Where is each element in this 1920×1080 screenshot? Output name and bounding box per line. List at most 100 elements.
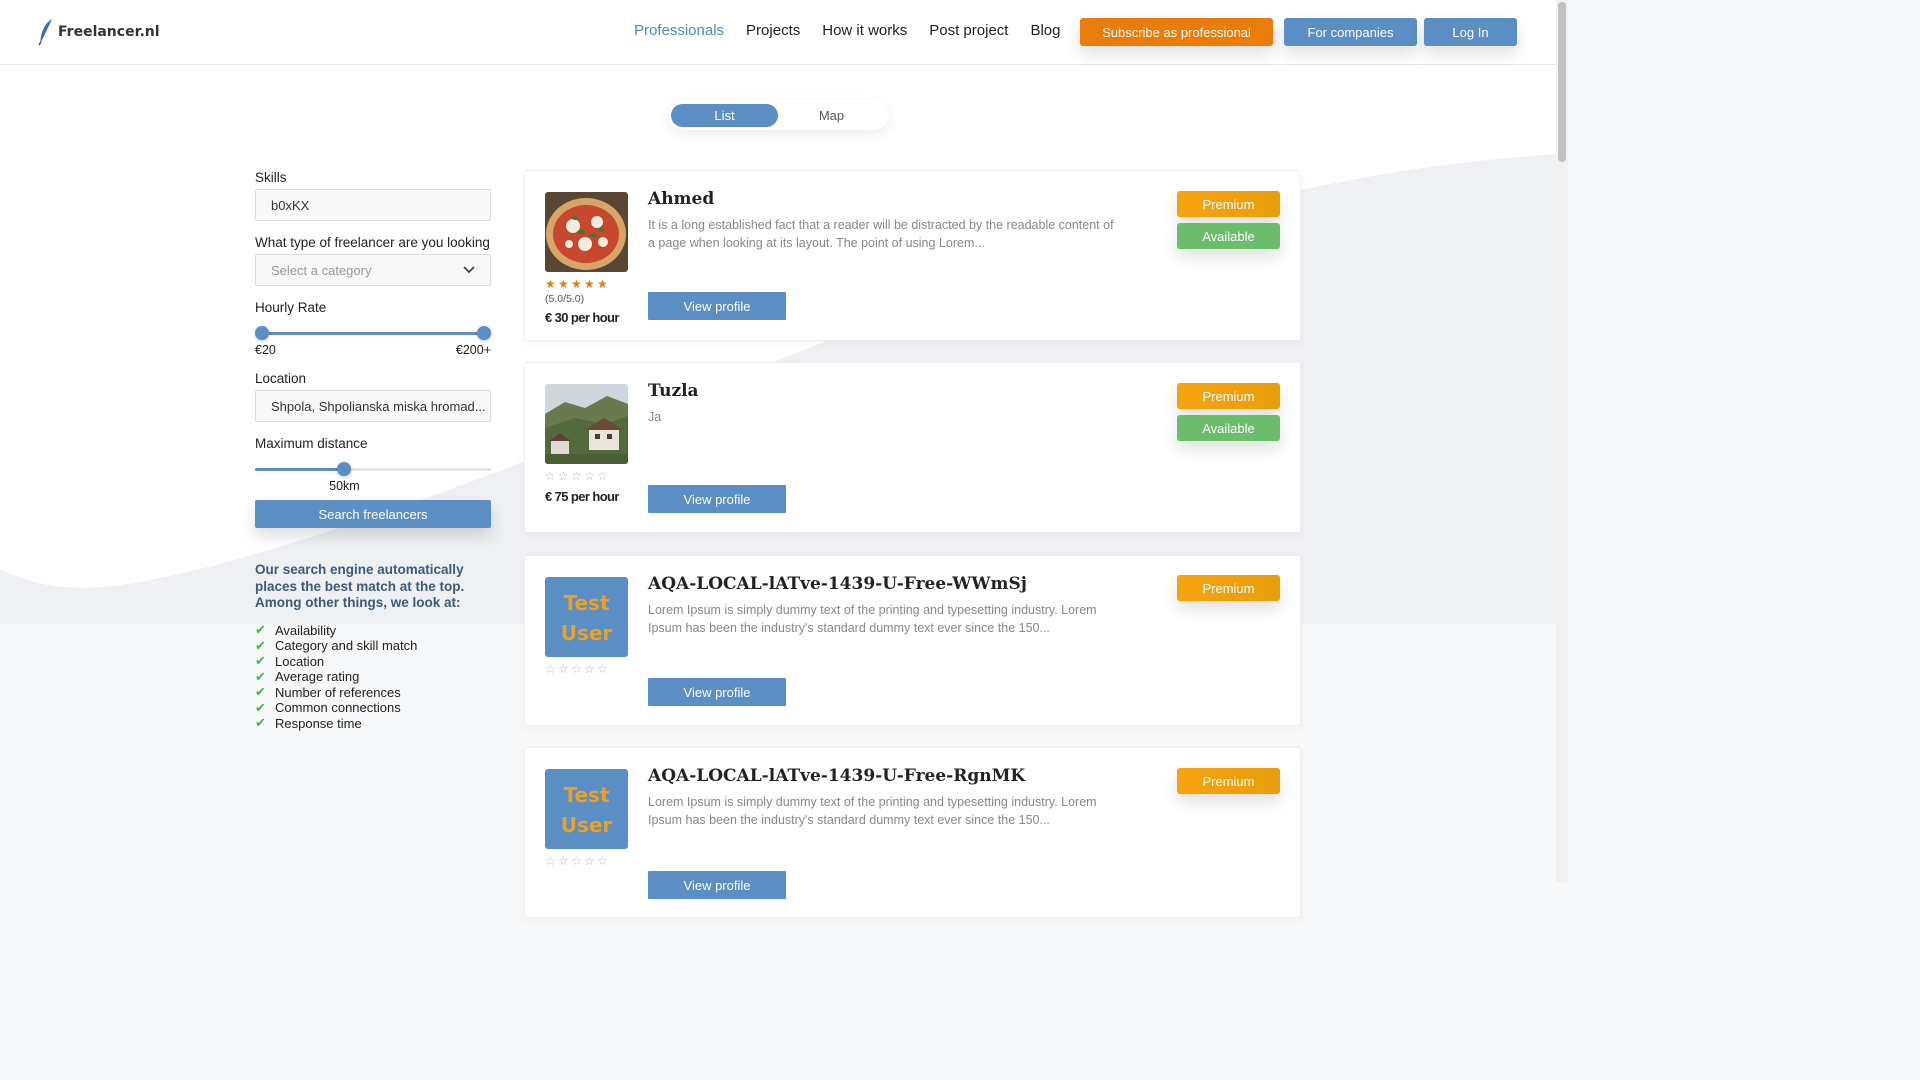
- rating-stars: ☆ ☆ ☆ ☆ ☆: [545, 662, 610, 676]
- category-select[interactable]: Select a category: [255, 254, 491, 286]
- freelancer-name[interactable]: AQA-LOCAL-lATve-1439-U-Free-RgnMK: [648, 766, 1025, 786]
- star-icon: ☆: [545, 662, 556, 676]
- freelancer-description: Lorem Ipsum is simply dummy text of the …: [648, 603, 1097, 635]
- location-label: Location: [255, 371, 307, 386]
- for-companies-button[interactable]: For companies: [1284, 18, 1417, 46]
- placeholder-line: Test: [563, 591, 610, 615]
- list-item: ✔ Availability: [255, 622, 491, 639]
- star-icon: ☆: [571, 854, 582, 868]
- login-button[interactable]: Log In: [1424, 18, 1517, 46]
- freelancer-card[interactable]: ☆ ☆ ☆ ☆ ☆ € 75 per hour Tuzla Ja View profil…: [524, 362, 1301, 533]
- hourly-rate-slider[interactable]: [255, 325, 491, 343]
- feather-logo-icon: [38, 19, 52, 46]
- profile-photo-placeholder[interactable]: Test User: [545, 577, 628, 657]
- subscribe-button[interactable]: Subscribe as professional: [1080, 18, 1273, 46]
- list-view-tab[interactable]: List: [671, 104, 778, 127]
- placeholder-line: Test: [563, 783, 610, 807]
- skills-label: Skills: [255, 170, 287, 185]
- star-icon: ☆: [558, 662, 569, 676]
- distance-handle[interactable]: [337, 462, 352, 476]
- rate-fill: [262, 332, 484, 335]
- list-item: ✔ Location: [255, 653, 491, 670]
- star-icon: ★: [571, 277, 582, 291]
- star-icon: ☆: [597, 662, 608, 676]
- logo-text: Freelancer.nl: [58, 24, 160, 40]
- rate-min-value: €20: [255, 343, 276, 357]
- freelancer-card[interactable]: Test User ☆ ☆ ☆ ☆ ☆ AQA-LOCAL-lATve-1439-U-F…: [524, 747, 1301, 918]
- star-icon: ★: [558, 277, 569, 291]
- freelancer-name[interactable]: Tuzla: [648, 381, 699, 401]
- category-placeholder: Select a category: [271, 262, 372, 278]
- star-icon: ★: [584, 277, 595, 291]
- site-logo[interactable]: Freelancer.nl: [38, 18, 160, 46]
- star-icon: ☆: [571, 662, 582, 676]
- criteria-text: Availability: [275, 622, 337, 638]
- list-item: ✔ Response time: [255, 715, 491, 732]
- distance-value: 50km: [329, 479, 360, 493]
- landscape-photo-icon: [545, 384, 628, 464]
- star-icon: ☆: [584, 854, 595, 868]
- view-toggle: List Map: [669, 100, 889, 130]
- criteria-text: Location: [275, 653, 325, 669]
- view-profile-button[interactable]: View profile: [648, 485, 786, 513]
- profile-photo-pizza[interactable]: [545, 192, 628, 272]
- criteria-text: Number of references: [275, 684, 401, 700]
- freelancer-name[interactable]: Ahmed: [648, 189, 714, 209]
- star-icon: ☆: [597, 854, 608, 868]
- distance-slider[interactable]: [255, 461, 491, 479]
- premium-badge: Premium: [1177, 191, 1280, 217]
- nav-projects[interactable]: Projects: [746, 22, 800, 39]
- criteria-text: Average rating: [275, 669, 360, 685]
- location-input[interactable]: Shpola, Shpolianska miska hromad...: [255, 390, 491, 422]
- filter-sidebar: Skills b0xKX What type of freelancer are…: [255, 170, 491, 731]
- nav-blog[interactable]: Blog: [1030, 22, 1060, 39]
- pizza-photo-icon: [545, 192, 628, 272]
- nav-professionals[interactable]: Professionals: [634, 22, 724, 39]
- rate-min-handle[interactable]: [255, 326, 269, 340]
- criteria-text: Category and skill match: [275, 638, 418, 654]
- rating-stars: ★ ★ ★ ★ ★: [545, 277, 610, 291]
- view-profile-button[interactable]: View profile: [648, 871, 786, 899]
- premium-badge: Premium: [1177, 575, 1280, 601]
- rate-max-handle[interactable]: [477, 326, 491, 340]
- placeholder-line: User: [560, 621, 613, 645]
- rate-values: €20 €200+: [255, 343, 491, 357]
- list-item: ✔ Common connections: [255, 700, 491, 716]
- premium-badge: Premium: [1177, 383, 1280, 409]
- star-icon: ☆: [597, 469, 608, 483]
- rating-stars: ☆ ☆ ☆ ☆ ☆: [545, 854, 610, 868]
- hourly-rate: € 30 per hour: [545, 310, 619, 325]
- criteria-list: ✔ Availability ✔ Category and skill match …: [255, 622, 491, 732]
- search-freelancers-button[interactable]: Search freelancers: [255, 500, 491, 528]
- nav-how-it-works[interactable]: How it works: [822, 22, 907, 39]
- freelancer-name[interactable]: AQA-LOCAL-lATve-1439-U-Free-WWmSj: [648, 574, 1027, 594]
- page-scrollbar[interactable]: [1556, 0, 1568, 882]
- rate-max-value: €200+: [455, 343, 491, 357]
- freelancer-card[interactable]: Test User ☆ ☆ ☆ ☆ ☆ AQA-LOCAL-lATve-1439-U-F…: [524, 555, 1301, 726]
- test-user-placeholder: Test User: [545, 769, 628, 849]
- profile-photo-landscape[interactable]: [545, 384, 628, 464]
- criteria-text: Common connections: [275, 700, 401, 716]
- nav-post-project[interactable]: Post project: [929, 22, 1008, 39]
- freelancer-card[interactable]: ★ ★ ★ ★ ★ (5.0/5.0) € 30 per hour Ahmed It i…: [524, 170, 1301, 341]
- star-icon: ☆: [584, 469, 595, 483]
- premium-badge: Premium: [1177, 768, 1280, 794]
- star-icon: ☆: [545, 469, 556, 483]
- distance-fill: [255, 468, 345, 471]
- view-profile-button[interactable]: View profile: [648, 678, 786, 706]
- skills-input[interactable]: b0xKX: [255, 189, 491, 221]
- star-icon: ☆: [558, 469, 569, 483]
- distance-label: Maximum distance: [255, 436, 368, 451]
- profile-photo-placeholder[interactable]: Test User: [545, 769, 628, 849]
- hourly-rate-label: Hourly Rate: [255, 300, 327, 315]
- scrollbar-thumb[interactable]: [1558, 2, 1566, 162]
- view-profile-button[interactable]: View profile: [648, 292, 786, 320]
- map-view-tab[interactable]: Map: [778, 104, 885, 127]
- check-icon: ✔: [255, 622, 266, 638]
- star-icon: ☆: [584, 662, 595, 676]
- check-icon: ✔: [255, 699, 266, 715]
- star-icon: ☆: [558, 854, 569, 868]
- available-badge: Available: [1177, 415, 1280, 441]
- star-icon: ☆: [545, 854, 556, 868]
- star-icon: ☆: [571, 469, 582, 483]
